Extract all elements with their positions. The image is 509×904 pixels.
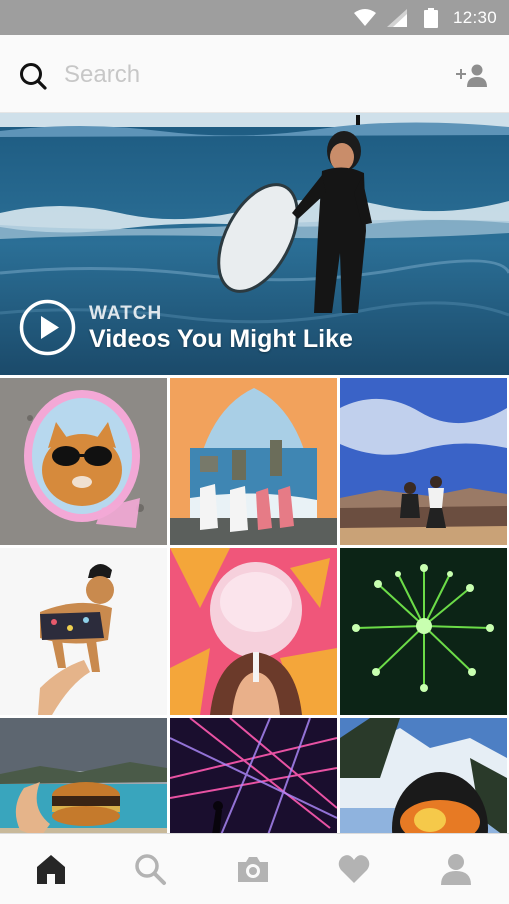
add-user-icon[interactable] — [454, 63, 488, 87]
grid-tile-skier-goggles[interactable] — [340, 718, 507, 833]
grid-tile-dog-pirate[interactable] — [0, 548, 167, 715]
watch-label: WATCH — [89, 303, 163, 324]
status-time: 12:30 — [453, 8, 498, 27]
home-icon[interactable] — [34, 852, 68, 886]
grid-tile-cat-mirror[interactable] — [0, 378, 167, 545]
search-input[interactable] — [64, 55, 394, 95]
video-banner[interactable]: WATCH Videos You Might Like — [0, 113, 509, 375]
heart-icon[interactable] — [337, 852, 371, 886]
search-header — [0, 35, 509, 113]
camera-icon[interactable] — [236, 852, 270, 886]
search-nav-icon[interactable] — [133, 852, 167, 886]
profile-icon[interactable] — [439, 852, 473, 886]
grid-tile-tent-view[interactable] — [170, 378, 337, 545]
play-icon[interactable] — [19, 299, 76, 356]
status-bar: 12:30 — [0, 0, 509, 35]
signal-icon — [387, 9, 407, 27]
battery-icon — [424, 8, 438, 28]
grid-tile-canyon[interactable] — [340, 378, 507, 545]
grid-tile-cotton-candy[interactable] — [170, 548, 337, 715]
wifi-icon — [354, 9, 376, 26]
search-icon[interactable] — [18, 61, 48, 91]
grid-tile-concert-lasers[interactable] — [170, 718, 337, 833]
grid-tile-fireworks[interactable] — [340, 548, 507, 715]
video-banner-title: Videos You Might Like — [89, 325, 353, 353]
bottom-navigation — [0, 833, 509, 904]
explore-grid — [0, 378, 509, 833]
grid-tile-burger-beach[interactable] — [0, 718, 167, 833]
